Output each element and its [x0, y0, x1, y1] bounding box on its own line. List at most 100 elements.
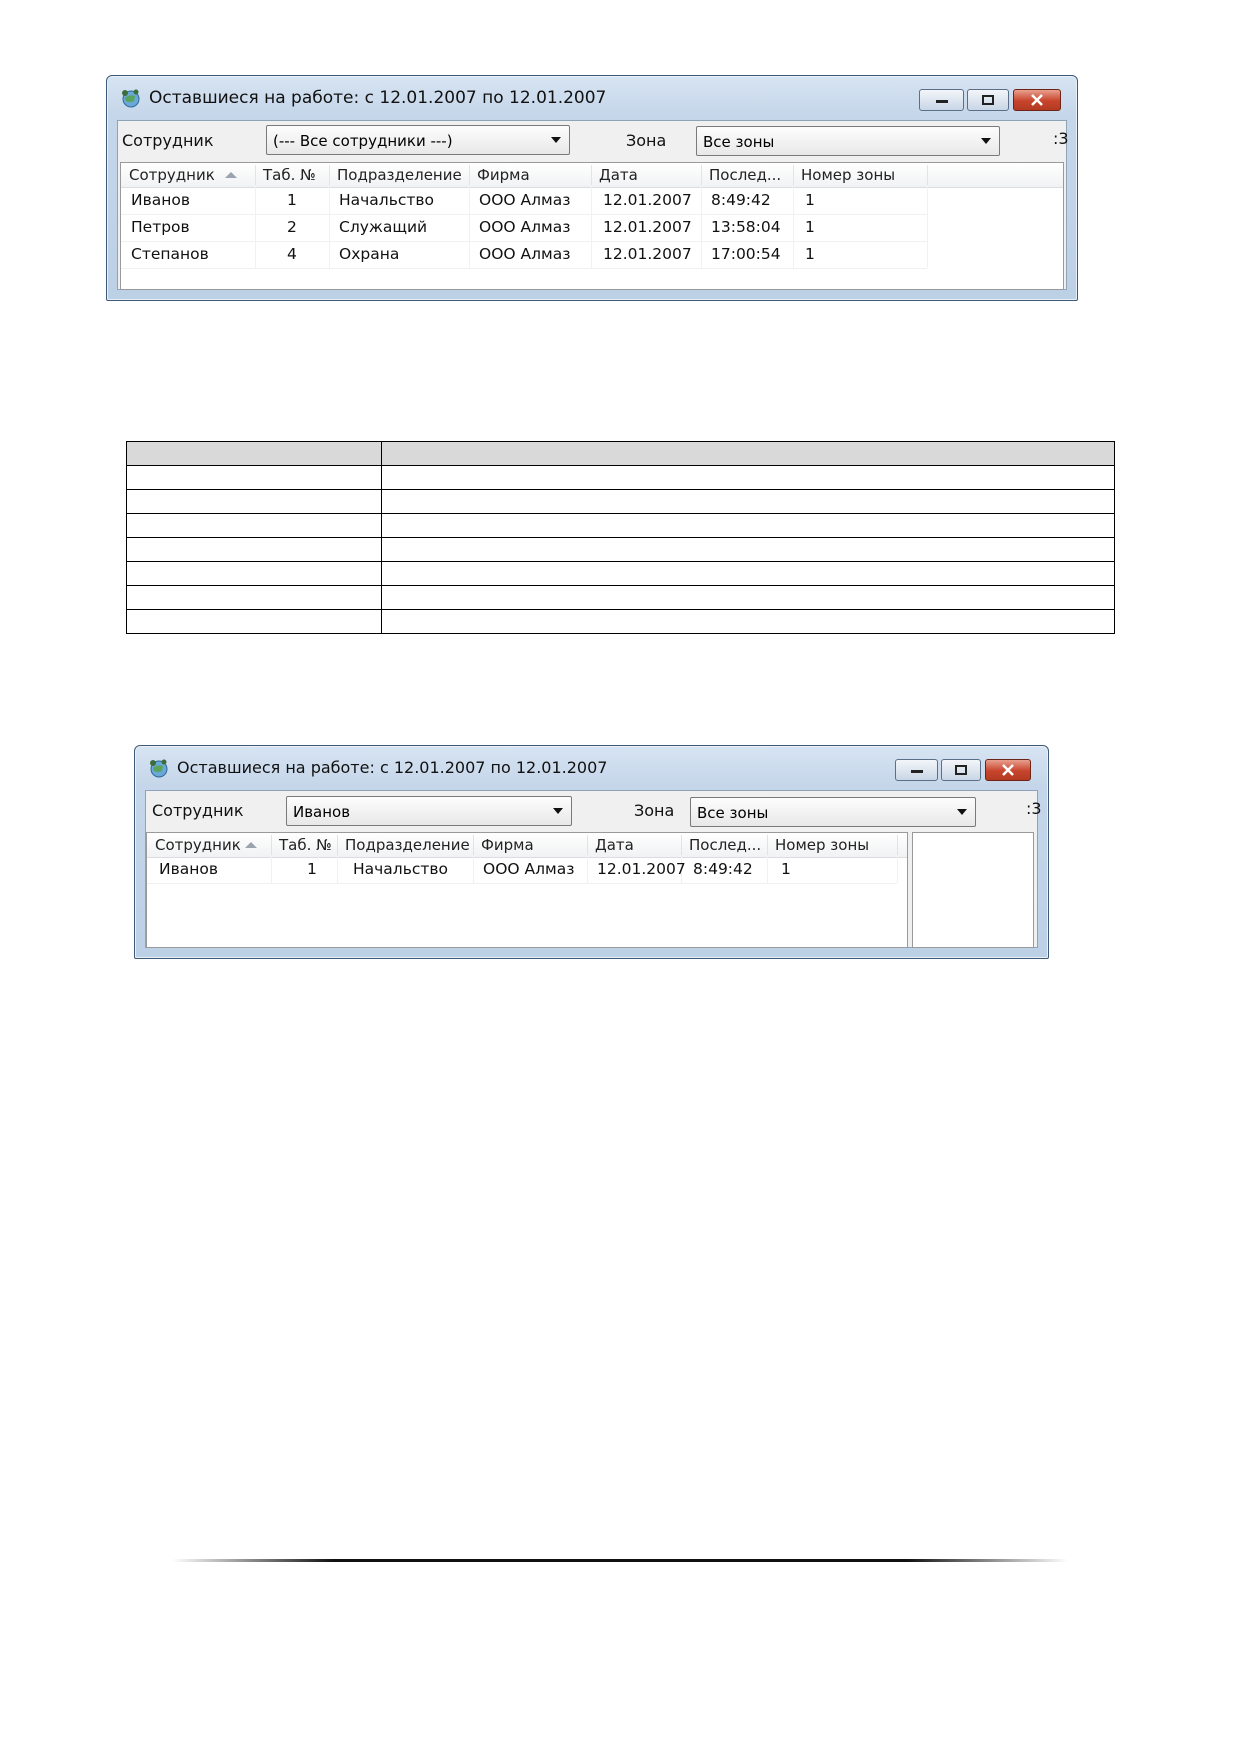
cell-last-time: 13:58:04	[711, 218, 781, 236]
table-cell	[381, 585, 1115, 610]
window-title: Оставшиеся на работе: с 12.01.2007 по 12…	[149, 88, 607, 108]
cell-date: 12.01.2007	[597, 860, 686, 878]
column-separator	[329, 165, 330, 185]
zone-dropdown-value: Все зоны	[697, 804, 769, 822]
minimize-button[interactable]	[919, 89, 964, 111]
maximize-icon	[982, 95, 994, 105]
maximize-button[interactable]	[941, 759, 981, 781]
cell-tab-number: 1	[287, 191, 297, 209]
minimize-icon	[935, 100, 948, 103]
column-separator	[681, 835, 682, 855]
table-cell	[126, 441, 382, 466]
column-separator	[701, 165, 702, 185]
column-header-firm[interactable]: Фирма	[477, 166, 530, 184]
table-row	[126, 585, 1115, 610]
cell-employee: Иванов	[131, 191, 190, 209]
column-header-department[interactable]: Подразделение	[337, 166, 462, 184]
zone-dropdown[interactable]: Все зоны	[690, 797, 976, 827]
document-table	[126, 441, 1115, 634]
column-header-firm[interactable]: Фирма	[481, 836, 534, 854]
title-bar[interactable]: Оставшиеся на работе: с 12.01.2007 по 12…	[135, 746, 1048, 790]
cell-department: Начальство	[353, 860, 449, 878]
column-separator	[337, 835, 338, 855]
zone-dropdown[interactable]: Все зоны	[696, 126, 1000, 156]
minimize-icon	[910, 770, 923, 773]
chevron-down-icon	[551, 137, 561, 143]
cell-last-time: 8:49:42	[711, 191, 771, 209]
window-client-area: Сотрудник Иванов Зона Все зоны :3 Сотруд…	[145, 790, 1042, 948]
close-icon	[1031, 94, 1043, 106]
employee-dropdown[interactable]: (--- Все сотрудники ---)	[266, 125, 570, 155]
zone-label: Зона	[634, 801, 675, 820]
table-row[interactable]: Степанов 4 Охрана ООО Алмаз 12.01.2007 1…	[121, 241, 927, 268]
cell-tab-number: 1	[307, 860, 317, 878]
table-row[interactable]: Иванов 1 Начальство ООО Алмаз 12.01.2007…	[147, 857, 897, 884]
cell-firm: ООО Алмаз	[479, 218, 571, 236]
sort-ascending-icon	[245, 842, 257, 848]
employee-dropdown[interactable]: Иванов	[286, 796, 572, 826]
edge-text: :3	[1053, 129, 1069, 148]
column-header-employee[interactable]: Сотрудник	[129, 166, 215, 184]
table-row	[126, 561, 1115, 586]
grid-column-line	[927, 187, 928, 268]
window-title: Оставшиеся на работе: с 12.01.2007 по 12…	[177, 758, 608, 777]
employees-grid[interactable]: Сотрудник Таб. № Подразделение Фирма Дат…	[146, 832, 908, 948]
minimize-button[interactable]	[895, 759, 938, 781]
chevron-down-icon	[957, 809, 967, 815]
table-row	[126, 537, 1115, 562]
column-separator	[793, 165, 794, 185]
employee-dropdown-value: Иванов	[293, 803, 351, 821]
table-row[interactable]: Петров 2 Служащий ООО Алмаз 12.01.2007 1…	[121, 214, 927, 241]
globe-people-icon	[119, 87, 141, 109]
table-row[interactable]: Иванов 1 Начальство ООО Алмаз 12.01.2007…	[121, 187, 927, 214]
globe-people-icon	[147, 757, 169, 779]
column-header-last[interactable]: Послед...	[709, 166, 781, 184]
employees-grid[interactable]: Сотрудник Таб. № Подразделение Фирма Дат…	[120, 162, 1064, 290]
column-header-last[interactable]: Послед...	[689, 836, 761, 854]
column-separator	[591, 165, 592, 185]
chevron-down-icon	[981, 138, 991, 144]
column-separator	[255, 165, 256, 185]
column-header-department[interactable]: Подразделение	[345, 836, 470, 854]
zone-dropdown-value: Все зоны	[703, 133, 775, 151]
table-cell	[381, 537, 1115, 562]
cell-last-time: 17:00:54	[711, 245, 781, 263]
cell-zone-number: 1	[805, 191, 815, 209]
column-header-tab-number[interactable]: Таб. №	[263, 166, 316, 184]
table-cell	[126, 537, 382, 562]
cell-tab-number: 4	[287, 245, 297, 263]
column-header-date[interactable]: Дата	[599, 166, 638, 184]
side-panel	[912, 832, 1034, 948]
table-cell	[381, 513, 1115, 538]
grid-header: Сотрудник Таб. № Подразделение Фирма Дат…	[121, 163, 1063, 188]
column-header-zone-number[interactable]: Номер зоны	[801, 166, 895, 184]
table-cell	[381, 465, 1115, 490]
chevron-down-icon	[553, 808, 563, 814]
close-icon	[1002, 764, 1014, 776]
title-bar[interactable]: Оставшиеся на работе: с 12.01.2007 по 12…	[107, 76, 1077, 120]
column-header-tab-number[interactable]: Таб. №	[279, 836, 332, 854]
table-row	[126, 465, 1115, 490]
table-cell	[126, 489, 382, 514]
column-header-zone-number[interactable]: Номер зоны	[775, 836, 869, 854]
employee-label: Сотрудник	[122, 131, 214, 150]
maximize-button[interactable]	[967, 89, 1009, 111]
column-separator	[897, 835, 898, 855]
table-cell	[381, 441, 1115, 466]
close-button[interactable]	[985, 759, 1031, 781]
cell-zone-number: 1	[805, 245, 815, 263]
footer-divider	[172, 1559, 1068, 1562]
cell-zone-number: 1	[805, 218, 815, 236]
table-cell	[381, 489, 1115, 514]
table-cell	[381, 561, 1115, 586]
close-button[interactable]	[1013, 89, 1061, 111]
edge-text: :3	[1026, 799, 1042, 818]
column-header-employee[interactable]: Сотрудник	[155, 836, 241, 854]
grid-header: Сотрудник Таб. № Подразделение Фирма Дат…	[147, 833, 907, 858]
column-header-date[interactable]: Дата	[595, 836, 634, 854]
employee-dropdown-value: (--- Все сотрудники ---)	[273, 132, 453, 150]
cell-date: 12.01.2007	[603, 191, 692, 209]
report-window-all-employees: Оставшиеся на работе: с 12.01.2007 по 12…	[106, 75, 1078, 301]
cell-date: 12.01.2007	[603, 245, 692, 263]
column-separator	[927, 165, 928, 185]
